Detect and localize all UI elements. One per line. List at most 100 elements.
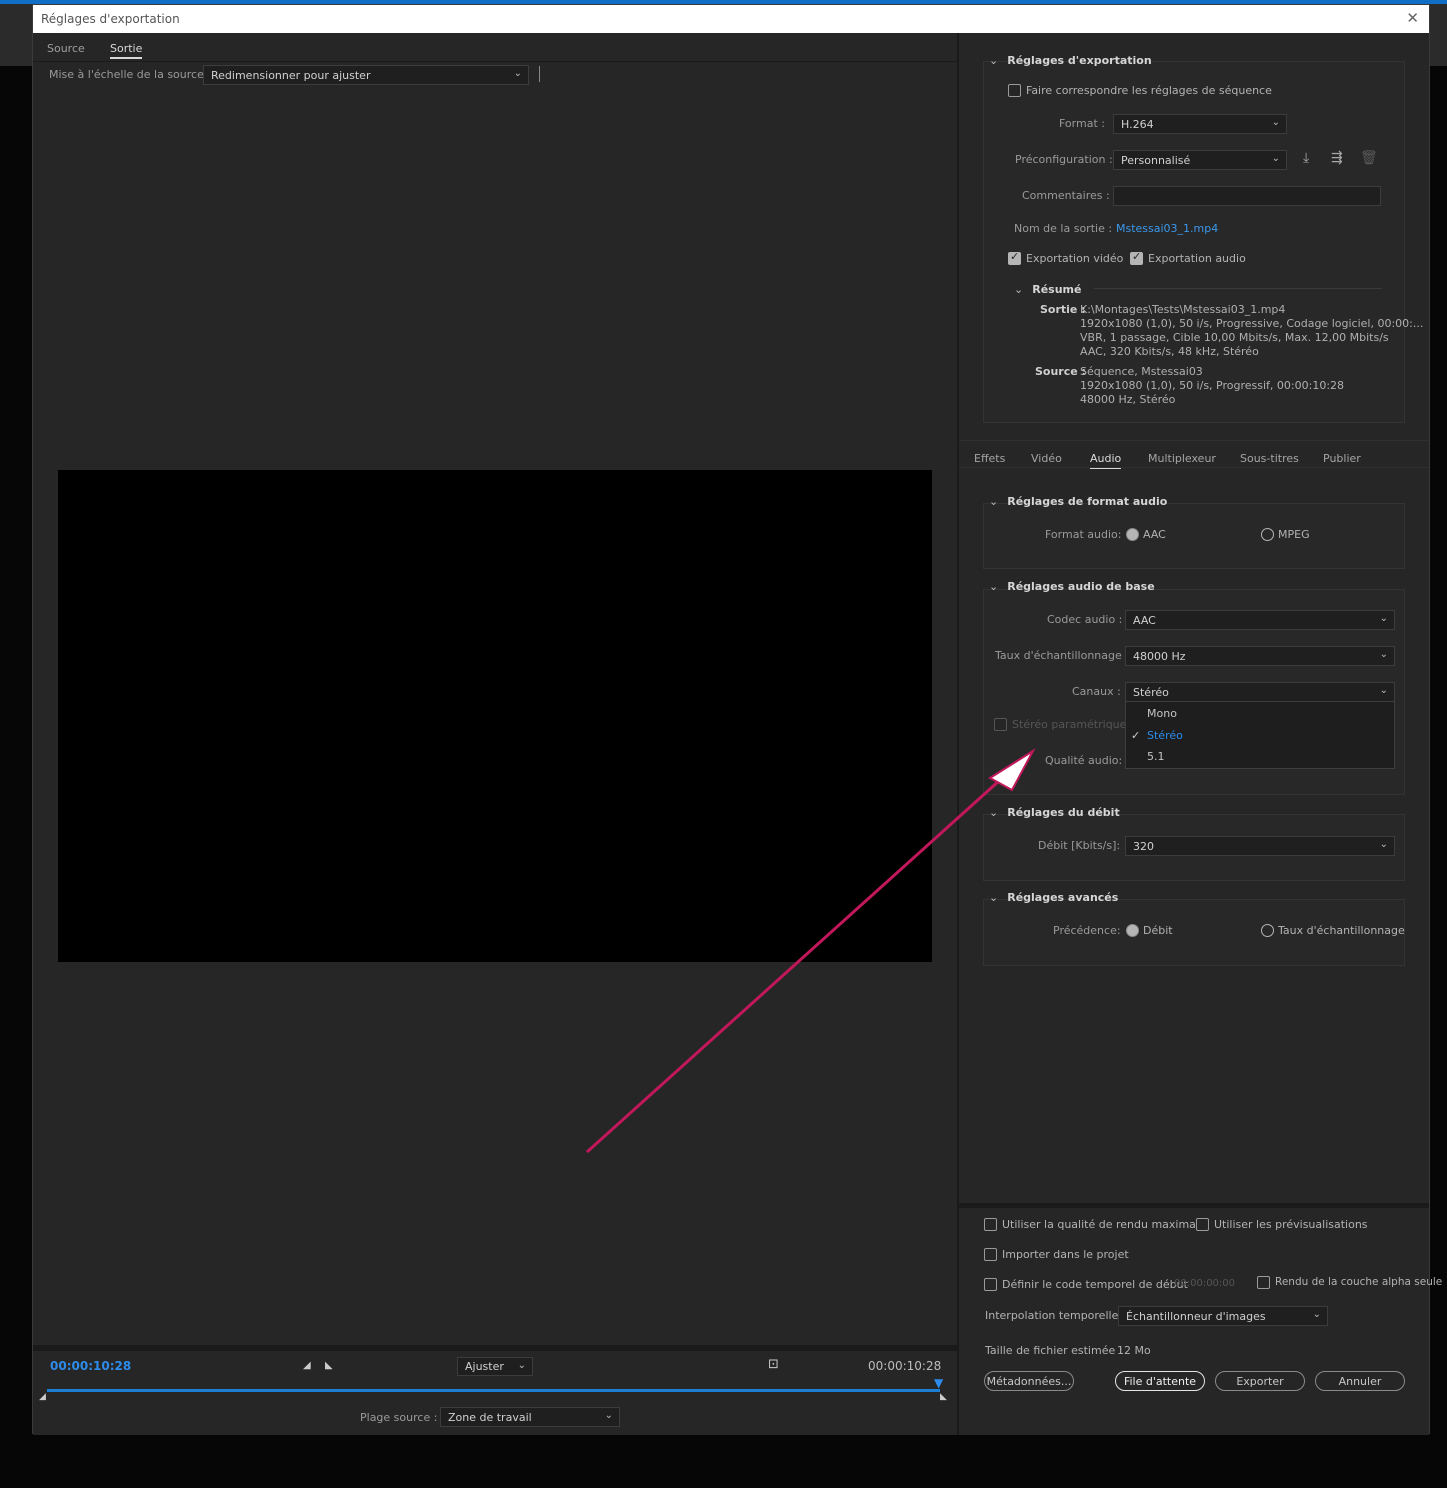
chevron-down-icon: ⌄ (989, 580, 999, 593)
max-quality-checkbox[interactable] (984, 1218, 997, 1231)
codec-dropdown[interactable]: AAC ⌄ (1125, 610, 1395, 630)
precedence-label: Précédence: (1053, 924, 1121, 937)
import-project-checkbox[interactable] (984, 1248, 997, 1261)
tab-multiplexer[interactable]: Multiplexeur (1148, 452, 1216, 465)
format-dropdown[interactable]: H.264 ⌄ (1113, 114, 1287, 134)
channels-option-mono[interactable]: Mono (1147, 707, 1177, 720)
export-settings-header[interactable]: ⌄ Réglages d'exportation (989, 54, 1152, 67)
channels-option-stereo[interactable]: Stéréo (1147, 729, 1183, 742)
interp-label: Interpolation temporelle : (985, 1309, 1126, 1322)
match-sequence-checkbox[interactable] (1008, 84, 1021, 97)
mark-out-icon[interactable]: ◣ (325, 1360, 333, 1371)
source-details: Séquence, Mstessai03 1920x1080 (1,0), 50… (1080, 365, 1345, 406)
crop-icon[interactable]: ⊡ (768, 1357, 779, 1372)
scrub-bar[interactable] (47, 1389, 940, 1392)
timecode-in[interactable]: 00:00:10:28 (50, 1359, 131, 1373)
background-right (1430, 4, 1447, 66)
comments-label: Commentaires : (1022, 189, 1110, 202)
alpha-checkbox[interactable] (1257, 1276, 1270, 1289)
param-stereo-label: Stéréo paramétrique (1012, 718, 1127, 731)
queue-button[interactable]: File d'attente (1115, 1371, 1205, 1391)
sample-rate-label: Taux d'échantillonnage : (995, 649, 1129, 662)
start-timecode-value: 00:00:00:00 (1174, 1278, 1236, 1289)
background-left (0, 4, 32, 66)
bitrate-label: Débit [Kbits/s]: (1038, 839, 1121, 852)
chevron-down-icon: ⌄ (989, 495, 999, 508)
export-video-checkbox[interactable] (1008, 250, 1021, 265)
tab-effects[interactable]: Effets (974, 452, 1005, 465)
sample-rate-value: 48000 Hz (1133, 650, 1186, 663)
close-icon[interactable]: ✕ (1406, 9, 1419, 27)
radio-aac[interactable] (1126, 528, 1139, 541)
download-preset-icon[interactable]: ⤓ (1303, 150, 1309, 166)
audio-format-header[interactable]: ⌄ Réglages de format audio (989, 495, 1167, 508)
bitrate-header[interactable]: ⌄ Réglages du débit (989, 806, 1120, 819)
summary-divider (1094, 288, 1382, 289)
cancel-button[interactable]: Annuler (1315, 1371, 1405, 1391)
chevron-down-icon: ⌄ (517, 1360, 526, 1371)
output-name-label: Nom de la sortie : (1014, 222, 1113, 235)
preset-dropdown[interactable]: Personnalisé ⌄ (1113, 150, 1287, 170)
import-preset-icon[interactable]: ⇶ (1331, 150, 1343, 166)
preset-value: Personnalisé (1121, 154, 1191, 167)
summary-header[interactable]: ⌄ Résumé (1014, 283, 1081, 296)
mark-in-icon[interactable]: ◢ (303, 1360, 311, 1371)
interp-dropdown[interactable]: Échantillonneur d'images ⌄ (1118, 1306, 1328, 1326)
chevron-down-icon: ⌄ (604, 1410, 613, 1421)
chevron-down-icon: ⌄ (1379, 613, 1388, 624)
checkmark-icon: ✓ (1131, 729, 1141, 742)
param-stereo-checkbox[interactable] (994, 718, 1007, 731)
export-settings-dialog: Réglages d'exportation ✕ Source Sortie M… (32, 4, 1442, 1435)
trash-icon[interactable]: 🗑 (1360, 150, 1378, 166)
channels-dropdown[interactable]: Stéréo ⌄ (1125, 682, 1395, 702)
radio-bitrate[interactable] (1126, 924, 1139, 937)
tab-publish[interactable]: Publier (1323, 452, 1361, 465)
set-timecode-checkbox[interactable] (984, 1278, 997, 1291)
export-audio-checkbox[interactable] (1130, 250, 1143, 265)
basic-audio-header[interactable]: ⌄ Réglages audio de base (989, 580, 1155, 593)
radio-sample-rate[interactable] (1261, 924, 1274, 937)
chevron-down-icon: ⌄ (1014, 283, 1024, 296)
chevron-down-icon: ⌄ (1379, 649, 1388, 660)
radio-bitrate-label: Débit (1143, 924, 1173, 937)
file-size-label: Taille de fichier estimée : (985, 1344, 1123, 1357)
tab-captions[interactable]: Sous-titres (1240, 452, 1299, 465)
export-button[interactable]: Exporter (1215, 1371, 1305, 1391)
channels-label: Canaux : (1072, 685, 1121, 698)
max-quality-label: Utiliser la qualité de rendu maximale (1002, 1218, 1206, 1231)
sample-rate-dropdown[interactable]: 48000 Hz ⌄ (1125, 646, 1395, 666)
work-area-start-icon[interactable]: ◢ (39, 1392, 46, 1402)
bitrate-dropdown[interactable]: 320 ⌄ (1125, 836, 1395, 856)
timecode-out[interactable]: 00:00:10:28 (868, 1359, 941, 1373)
window-title: Réglages d'exportation (41, 12, 180, 26)
range-label: Plage source : (360, 1411, 438, 1424)
chevron-down-icon: ⌄ (1271, 117, 1280, 128)
playhead-icon[interactable]: ▼ (934, 1376, 943, 1390)
range-dropdown[interactable]: Zone de travail ⌄ (440, 1407, 620, 1427)
tab-output[interactable]: Sortie (110, 42, 143, 59)
tab-source[interactable]: Source (47, 42, 85, 55)
comments-input[interactable] (1113, 186, 1381, 206)
output-name-link[interactable]: Mstessai03_1.mp4 (1116, 222, 1218, 235)
chevron-down-icon: ⌄ (513, 68, 522, 79)
advanced-header[interactable]: ⌄ Réglages avancés (989, 891, 1118, 904)
use-previews-label: Utiliser les prévisualisations (1214, 1218, 1368, 1231)
bitrate-value: 320 (1133, 840, 1154, 853)
work-area-end-icon[interactable]: ◣ (940, 1392, 947, 1402)
metadata-button[interactable]: Métadonnées... (984, 1371, 1074, 1391)
sortie-label: Sortie : (1040, 303, 1086, 316)
file-size-value: 12 Mo (1117, 1344, 1151, 1357)
import-project-label: Importer dans le projet (1002, 1248, 1129, 1261)
scale-value: Redimensionner pour ajuster (211, 69, 371, 82)
radio-sample-rate-label: Taux d'échantillonnage (1278, 924, 1405, 937)
title-bar: Réglages d'exportation ✕ (33, 5, 1429, 33)
match-sequence-label: Faire correspondre les réglages de séque… (1026, 84, 1272, 97)
use-previews-checkbox[interactable] (1196, 1218, 1209, 1231)
tab-video[interactable]: Vidéo (1031, 452, 1062, 465)
channels-option-51[interactable]: 5.1 (1147, 750, 1165, 763)
video-preview (58, 470, 932, 962)
scale-label: Mise à l'échelle de la source : (49, 68, 212, 81)
fit-dropdown[interactable]: Ajuster ⌄ (457, 1357, 533, 1376)
radio-mpeg[interactable] (1261, 528, 1274, 541)
scale-dropdown[interactable]: Redimensionner pour ajuster ⌄ (203, 65, 529, 85)
